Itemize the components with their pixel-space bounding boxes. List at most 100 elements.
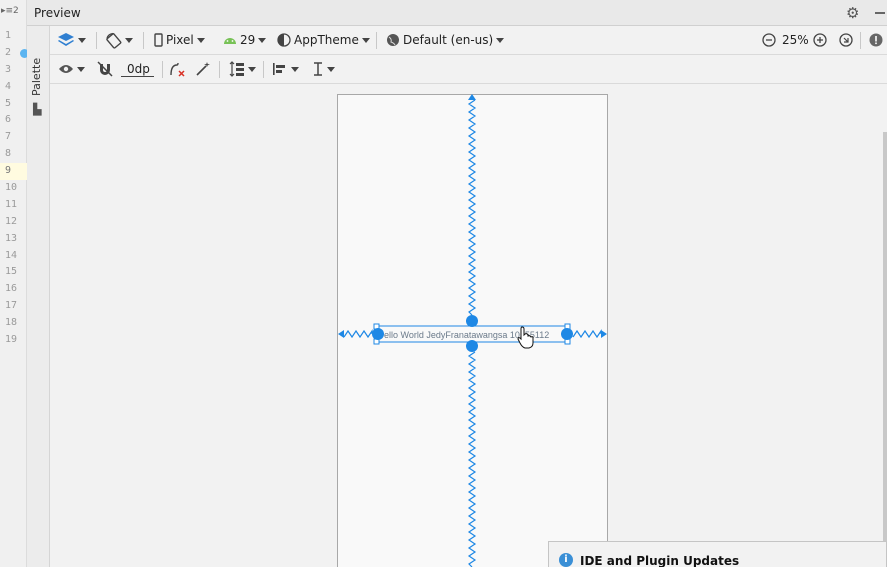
infer-constraints-button[interactable] — [195, 59, 211, 79]
clear-constraints-icon — [170, 62, 185, 77]
line-number: 16 — [5, 283, 18, 295]
line-number: 18 — [5, 317, 18, 329]
chevron-down-icon — [327, 66, 335, 72]
line-number: 2 — [0, 45, 29, 62]
constraint-overlay[interactable]: ello World JedyFranatawangsa 10555112 — [50, 84, 887, 567]
locale-selector[interactable]: Default (en-us) — [386, 30, 505, 50]
bottom-anchor-handle[interactable] — [466, 340, 478, 352]
bottom-constraint-spring[interactable] — [467, 351, 477, 567]
warning-icon — [869, 33, 883, 47]
autoconnect-toggle[interactable] — [97, 59, 113, 79]
right-constraint-spring[interactable] — [572, 329, 602, 339]
line-number-gutter: ▸≡2 1 2 3 4 5 6 7 8 9 10 11 12 13 14 15 16 17 18 19 — [0, 0, 29, 567]
globe-icon — [387, 34, 399, 46]
line-number: 19 — [5, 334, 18, 346]
locale-label: Default (en-us) — [403, 33, 494, 47]
theme-selector[interactable]: AppTheme — [277, 30, 370, 50]
top-anchor-handle[interactable] — [466, 315, 478, 327]
chevron-down-icon — [125, 37, 133, 43]
line-number: 1 — [5, 30, 12, 41]
issues-button[interactable] — [869, 30, 883, 50]
guidelines-button[interactable] — [312, 59, 335, 79]
line-number: 15 — [5, 266, 18, 278]
view-options-button[interactable] — [58, 59, 85, 79]
chevron-down-icon — [78, 37, 86, 43]
line-number: 8 — [5, 148, 12, 160]
chevron-down-icon — [77, 66, 85, 72]
default-margin-field[interactable]: 0dp — [121, 59, 154, 79]
toolbar-divider — [860, 32, 861, 49]
toolbar-divider — [376, 32, 377, 49]
clear-constraints-button[interactable] — [169, 59, 186, 79]
line-number: 13 — [5, 232, 18, 244]
layers-icon — [58, 33, 74, 46]
pack-icon — [229, 61, 244, 77]
line-number: 7 — [5, 131, 12, 143]
toolbar-divider — [162, 61, 163, 78]
zoom-to-fit-button[interactable] — [839, 30, 853, 50]
top-constraint-spring[interactable] — [467, 99, 477, 316]
chevron-down-icon — [291, 66, 299, 72]
eye-icon — [59, 65, 73, 73]
theme-label: AppTheme — [294, 33, 359, 47]
orientation-button[interactable] — [105, 30, 133, 50]
api-level-selector[interactable]: 29 — [223, 30, 267, 50]
gear-icon[interactable]: ⚙ — [846, 4, 859, 22]
canvas-scrollbar[interactable] — [883, 132, 887, 567]
rotate-icon — [106, 32, 122, 49]
right-anchor-arrow — [601, 330, 607, 338]
device-label: Pixel — [166, 33, 194, 47]
notification-title[interactable]: IDE and Plugin Updates — [580, 554, 739, 567]
chevron-down-icon — [196, 37, 205, 43]
zoom-in-button[interactable] — [813, 30, 827, 50]
chevron-down-icon — [361, 37, 370, 43]
magic-wand-icon — [196, 62, 210, 76]
android-icon — [224, 38, 236, 44]
zoom-in-icon — [813, 33, 827, 47]
minimize-icon[interactable] — [875, 12, 885, 14]
line-number: 6 — [5, 114, 12, 126]
top-anchor-arrow — [468, 94, 476, 100]
design-canvas[interactable]: ello World JedyFranatawangsa 10555112 — [50, 84, 887, 567]
line-number: 17 — [5, 300, 18, 312]
right-anchor-handle[interactable] — [561, 328, 573, 340]
window-title: Preview — [34, 6, 81, 20]
device-selector[interactable]: Pixel — [154, 30, 205, 50]
line-number: 4 — [5, 80, 12, 92]
api-level-label: 29 — [240, 33, 256, 47]
line-number: 5 — [5, 97, 12, 109]
align-button[interactable] — [272, 59, 299, 79]
toolbar-divider — [219, 61, 220, 78]
line-number: 9 — [0, 163, 27, 181]
android-studio-preview: ▸≡2 1 2 3 4 5 6 7 8 9 10 11 12 13 14 15 16 17 18 19 Previe… — [0, 0, 887, 567]
line-number: 11 — [5, 198, 18, 210]
update-notification[interactable]: i IDE and Plugin Updates — [548, 541, 887, 567]
line-number: 14 — [5, 249, 18, 261]
left-anchor-handle[interactable] — [372, 328, 384, 340]
theme-icon — [277, 33, 291, 47]
palette-side-strip[interactable]: Palette ▙ — [27, 26, 50, 567]
line-number: 3 — [5, 63, 12, 75]
toolbar-divider — [143, 32, 144, 49]
toolbar-divider — [96, 32, 97, 49]
info-icon: i — [559, 553, 573, 567]
zoom-fit-icon — [839, 33, 853, 47]
pack-button[interactable] — [229, 59, 256, 79]
gutter-fold-indicator: ▸≡2 — [1, 6, 19, 16]
phone-icon — [154, 33, 163, 47]
palette-tab-label[interactable]: Palette — [30, 58, 43, 96]
design-surface-button[interactable] — [57, 30, 86, 50]
chevron-down-icon — [248, 66, 256, 72]
preview-toolbar-layout: 0dp — [50, 55, 887, 84]
default-margin-value: 0dp — [121, 62, 154, 77]
left-constraint-spring[interactable] — [343, 329, 373, 339]
palette-icon[interactable]: ▙ — [33, 103, 41, 116]
line-number: 12 — [5, 215, 18, 227]
align-left-icon — [273, 63, 285, 75]
preview-toolbar-top: Pixel 29 AppTheme Default (en-us) 25% — [50, 26, 887, 55]
line-number-list: 1 2 3 4 5 6 7 8 9 10 11 12 13 14 15 16 17 18 19 — [0, 28, 29, 349]
zoom-out-button[interactable] — [762, 30, 776, 50]
preview-title-bar: Preview ⚙ — [27, 0, 887, 26]
zoom-level: 25% — [782, 33, 809, 47]
line-number: 10 — [5, 182, 18, 194]
